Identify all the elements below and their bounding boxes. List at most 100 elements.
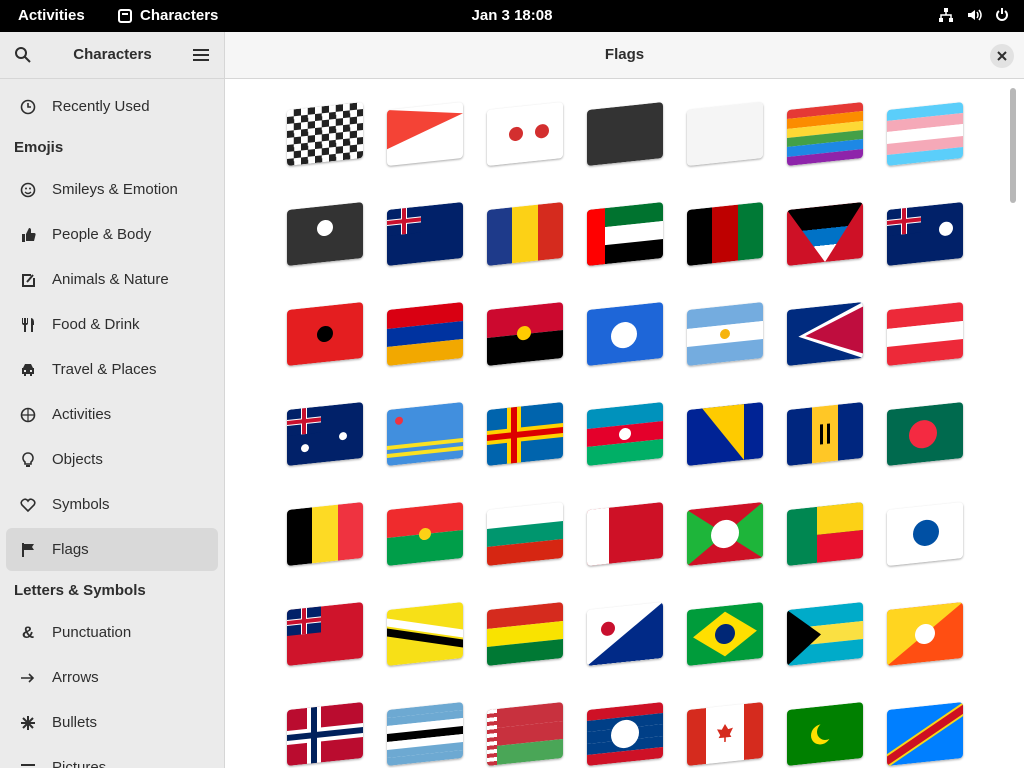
belize-flag-icon: [587, 702, 663, 766]
flag-bangladesh[interactable]: [885, 402, 965, 466]
sidebar-item-symbols[interactable]: Symbols: [6, 483, 218, 526]
flag-cocos-islands[interactable]: [785, 702, 865, 766]
flag-bulgaria[interactable]: [485, 502, 565, 566]
sidebar-item-smileys-emotion[interactable]: Smileys & Emotion: [6, 168, 218, 211]
flag-austria[interactable]: [885, 302, 965, 366]
app-menu[interactable]: Characters: [118, 7, 218, 24]
crossed-flags-flag-icon: [487, 102, 563, 166]
flag-rainbow-flag[interactable]: [785, 102, 865, 166]
flag-botswana[interactable]: [385, 702, 465, 766]
flag-antarctica[interactable]: [585, 302, 665, 366]
benin-flag-icon: [787, 502, 863, 566]
flag-black-flag[interactable]: [585, 102, 665, 166]
main-header: Flags: [225, 32, 1024, 79]
sidebar-item-pictures[interactable]: Pictures: [6, 746, 218, 768]
flag-anguilla[interactable]: [885, 202, 965, 266]
flag-bermuda[interactable]: [285, 602, 365, 666]
flag-brunei[interactable]: [385, 602, 465, 666]
sidebar-item-label: Travel & Places: [52, 361, 157, 378]
burkina-faso-flag-icon: [387, 502, 463, 566]
sidebar-item-label: Flags: [52, 541, 89, 558]
transgender-flag-flag-icon: [887, 102, 963, 166]
triangular-flag-flag-icon: [387, 102, 463, 166]
flag-belarus[interactable]: [485, 702, 565, 766]
flag-icon: [18, 540, 38, 560]
sidebar-item-label: Symbols: [52, 496, 110, 513]
flag-congo-kinshasa[interactable]: [885, 702, 965, 766]
flag-bhutan[interactable]: [885, 602, 965, 666]
flag-azerbaijan[interactable]: [585, 402, 665, 466]
sidebar-item-activities[interactable]: Activities: [6, 393, 218, 436]
flag-bolivia[interactable]: [485, 602, 565, 666]
sidebar-item-arrows[interactable]: Arrows: [6, 656, 218, 699]
flag-united-arab-emirates[interactable]: [585, 202, 665, 266]
flag-white-flag[interactable]: [685, 102, 765, 166]
bermuda-flag-icon: [287, 602, 363, 666]
sidebar-item-recently-used[interactable]: Recently Used: [6, 85, 218, 128]
flag-burundi[interactable]: [685, 502, 765, 566]
flag-burkina-faso[interactable]: [385, 502, 465, 566]
flag-chequered-flag[interactable]: [285, 102, 365, 166]
flag-brazil[interactable]: [685, 602, 765, 666]
argentina-flag-icon: [687, 302, 763, 366]
flag-aruba[interactable]: [385, 402, 465, 466]
sidebar-item-flags[interactable]: Flags: [6, 528, 218, 571]
activities-button[interactable]: Activities: [18, 7, 85, 24]
sidebar-item-food-drink[interactable]: Food & Drink: [6, 303, 218, 346]
flag-angola[interactable]: [485, 302, 565, 366]
flag-american-samoa[interactable]: [785, 302, 865, 366]
flag-canada[interactable]: [685, 702, 765, 766]
flag-aland-islands[interactable]: [485, 402, 565, 466]
flag-crossed-flags[interactable]: [485, 102, 565, 166]
bulgaria-flag-icon: [487, 502, 563, 566]
flag-albania[interactable]: [285, 302, 365, 366]
botswana-flag-icon: [387, 702, 463, 766]
flag-armenia[interactable]: [385, 302, 465, 366]
sidebar-item-animals-nature[interactable]: Animals & Nature: [6, 258, 218, 301]
flag-transgender-flag[interactable]: [885, 102, 965, 166]
page-title: Flags: [604, 46, 645, 63]
austria-flag-icon: [887, 302, 963, 366]
flag-belize[interactable]: [585, 702, 665, 766]
flag-australia[interactable]: [285, 402, 365, 466]
flag-st-barthelemy[interactable]: [885, 502, 965, 566]
australia-flag-icon: [287, 402, 363, 466]
flag-bouvet-island[interactable]: [285, 702, 365, 766]
sidebar-item-people-body[interactable]: People & Body: [6, 213, 218, 256]
flag-argentina[interactable]: [685, 302, 765, 366]
flag-bahrain[interactable]: [585, 502, 665, 566]
flag-antigua-barbuda[interactable]: [785, 202, 865, 266]
flag-belgium[interactable]: [285, 502, 365, 566]
flag-benin[interactable]: [785, 502, 865, 566]
clock[interactable]: Jan 3 18:08: [472, 7, 553, 24]
network-icon: [939, 8, 953, 22]
hamburger-menu-icon: [193, 49, 209, 61]
flag-andorra[interactable]: [485, 202, 565, 266]
sidebar-item-bullets[interactable]: Bullets: [6, 701, 218, 744]
sidebar-item-punctuation[interactable]: & Punctuation: [6, 611, 218, 654]
system-tray[interactable]: [938, 7, 1010, 23]
sidebar-item-label: Pictures: [52, 759, 107, 768]
close-button[interactable]: [990, 44, 1014, 68]
flag-barbados[interactable]: [785, 402, 865, 466]
st-barthelemy-flag-icon: [887, 502, 963, 566]
flag-caribbean-netherlands[interactable]: [585, 602, 665, 666]
flag-ascension-island[interactable]: [385, 202, 465, 266]
sidebar-item-objects[interactable]: Objects: [6, 438, 218, 481]
lightbulb-icon: [18, 450, 38, 470]
flag-bosnia-herzegovina[interactable]: [685, 402, 765, 466]
armenia-flag-icon: [387, 302, 463, 366]
emojis-section-header: Emojis: [14, 139, 64, 156]
scrollbar[interactable]: [1010, 88, 1016, 203]
main-menu-button[interactable]: [189, 43, 213, 67]
flag-afghanistan[interactable]: [685, 202, 765, 266]
flag-triangular-flag[interactable]: [385, 102, 465, 166]
sidebar-item-travel-places[interactable]: Travel & Places: [6, 348, 218, 391]
chequered-flag-flag-icon: [287, 102, 363, 166]
bangladesh-flag-icon: [887, 402, 963, 466]
arrow-icon: [18, 668, 38, 688]
sidebar-item-label: Recently Used: [52, 98, 150, 115]
flag-bahamas[interactable]: [785, 602, 865, 666]
flag-pirate-flag[interactable]: [285, 202, 365, 266]
antarctica-flag-icon: [587, 302, 663, 366]
